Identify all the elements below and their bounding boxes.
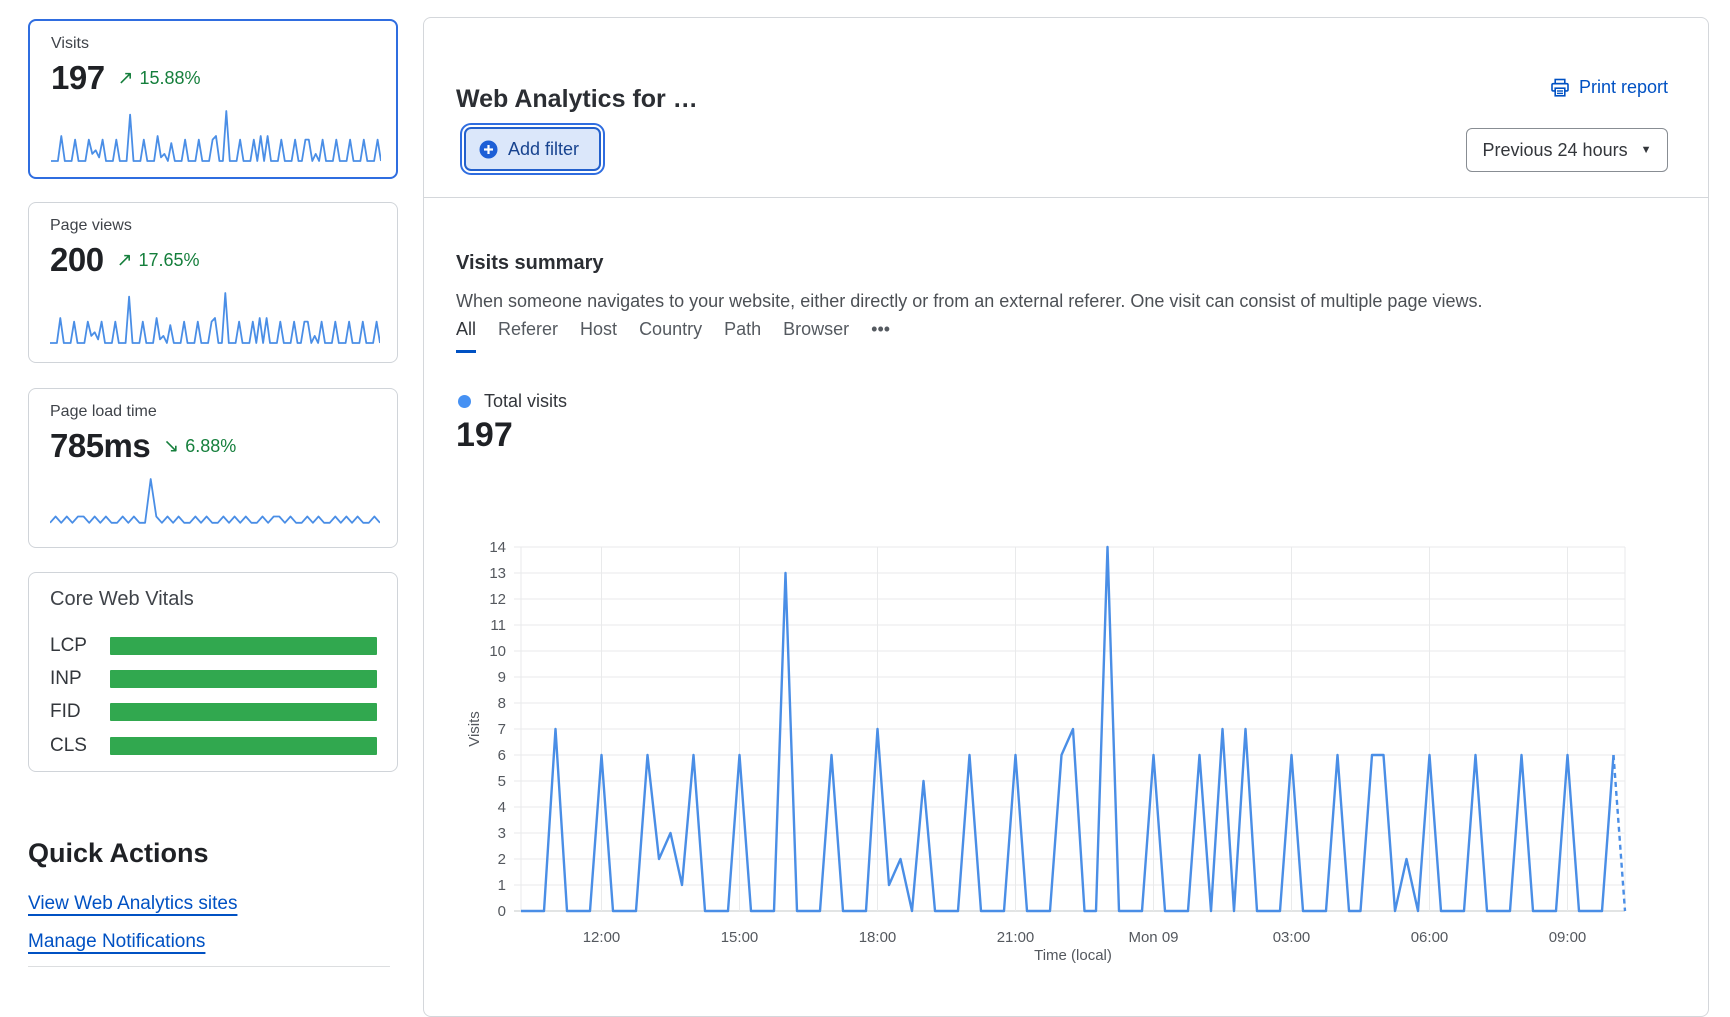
- tab-path[interactable]: Path: [724, 319, 761, 353]
- svg-text:2: 2: [498, 851, 506, 868]
- cwv-metric-label: CLS: [50, 735, 87, 757]
- svg-text:9: 9: [498, 669, 506, 686]
- metric-value-row: 200 ↗ 17.65%: [50, 241, 200, 279]
- add-filter-label: Add filter: [508, 139, 579, 160]
- svg-text:11: 11: [490, 617, 506, 634]
- cwv-metric-label: INP: [50, 668, 82, 690]
- metric-trend: ↗ 15.88%: [118, 68, 201, 89]
- cwv-status-bar: [110, 637, 377, 655]
- svg-text:Time (local): Time (local): [1034, 947, 1112, 964]
- print-report-label: Print report: [1579, 77, 1668, 98]
- page-views-sparkline: [50, 291, 380, 345]
- tab-country[interactable]: Country: [639, 319, 702, 353]
- cwv-metric-label: LCP: [50, 635, 87, 657]
- svg-text:21:00: 21:00: [997, 929, 1035, 946]
- manage-notifications-link[interactable]: Manage Notifications: [28, 931, 205, 953]
- page-title: Web Analytics for …: [456, 85, 698, 114]
- legend-label: Total visits: [484, 391, 567, 412]
- metric-card-title: Visits: [51, 35, 89, 53]
- metric-value-row: 197 ↗ 15.88%: [51, 59, 201, 97]
- svg-text:14: 14: [489, 539, 506, 556]
- chart-legend: Total visits: [458, 391, 567, 412]
- svg-text:8: 8: [498, 695, 506, 712]
- svg-text:4: 4: [498, 799, 506, 816]
- svg-text:18:00: 18:00: [859, 929, 897, 946]
- quick-actions-title: Quick Actions: [28, 838, 209, 869]
- tab-browser[interactable]: Browser: [783, 319, 849, 353]
- main-panel: Web Analytics for … Print report Add fil…: [423, 17, 1709, 1017]
- svg-text:0: 0: [498, 903, 506, 920]
- metric-value-row: 785ms ↘ 6.88%: [50, 427, 236, 465]
- core-web-vitals-card: Core Web Vitals LCP INP FID CLS: [28, 572, 398, 772]
- view-web-analytics-sites-link[interactable]: View Web Analytics sites: [28, 893, 237, 915]
- visits-line-chart: 0123456789101112131412:0015:0018:0021:00…: [451, 521, 1701, 981]
- divider: [424, 197, 1708, 198]
- add-filter-button[interactable]: Add filter: [464, 127, 601, 171]
- tab-host[interactable]: Host: [580, 319, 617, 353]
- time-range-value: Previous 24 hours: [1483, 140, 1628, 161]
- legend-dot-icon: [458, 395, 471, 408]
- tab-overflow-menu[interactable]: •••: [871, 319, 890, 353]
- tab-all[interactable]: All: [456, 319, 476, 353]
- metric-card-page-load-time[interactable]: Page load time 785ms ↘ 6.88%: [28, 388, 398, 548]
- cwv-status-bar: [110, 703, 377, 721]
- cwv-metric-label: FID: [50, 701, 81, 723]
- visits-summary-description: When someone navigates to your website, …: [456, 291, 1482, 312]
- svg-text:03:00: 03:00: [1273, 929, 1311, 946]
- visits-sparkline: [51, 109, 381, 163]
- trend-down-icon: ↘: [163, 437, 179, 456]
- svg-text:06:00: 06:00: [1411, 929, 1449, 946]
- svg-text:Visits: Visits: [466, 711, 483, 747]
- metric-card-visits[interactable]: Visits 197 ↗ 15.88%: [28, 19, 398, 179]
- trend-up-icon: ↗: [118, 69, 134, 88]
- svg-text:12:00: 12:00: [583, 929, 621, 946]
- svg-text:12: 12: [489, 591, 506, 608]
- core-web-vitals-title: Core Web Vitals: [50, 588, 194, 611]
- svg-text:15:00: 15:00: [721, 929, 759, 946]
- svg-text:3: 3: [498, 825, 506, 842]
- trend-percent: 17.65%: [138, 250, 199, 271]
- svg-text:6: 6: [498, 747, 506, 764]
- metric-value: 200: [50, 241, 104, 279]
- printer-icon: [1550, 78, 1570, 98]
- page-load-sparkline: [50, 477, 380, 531]
- trend-percent: 15.88%: [139, 68, 200, 89]
- cwv-status-bar: [110, 737, 377, 755]
- svg-text:7: 7: [498, 721, 506, 738]
- caret-down-icon: ▼: [1641, 144, 1652, 156]
- visits-summary-title: Visits summary: [456, 252, 604, 275]
- metric-value: 197: [51, 59, 105, 97]
- total-visits-value: 197: [456, 416, 513, 455]
- svg-text:5: 5: [498, 773, 506, 790]
- metric-trend: ↗ 17.65%: [117, 250, 200, 271]
- trend-up-icon: ↗: [117, 251, 133, 270]
- divider: [28, 966, 390, 967]
- svg-text:1: 1: [498, 877, 506, 894]
- svg-text:09:00: 09:00: [1549, 929, 1587, 946]
- svg-text:Mon 09: Mon 09: [1128, 929, 1178, 946]
- metric-value: 785ms: [50, 427, 150, 465]
- plus-circle-icon: [479, 140, 498, 159]
- tab-referer[interactable]: Referer: [498, 319, 558, 353]
- metric-trend: ↘ 6.88%: [163, 436, 236, 457]
- svg-text:10: 10: [489, 643, 506, 660]
- dimension-tabs: All Referer Host Country Path Browser ••…: [456, 319, 890, 353]
- cwv-status-bar: [110, 670, 377, 688]
- metric-card-title: Page load time: [50, 403, 157, 421]
- time-range-dropdown[interactable]: Previous 24 hours ▼: [1466, 128, 1668, 172]
- trend-percent: 6.88%: [185, 436, 236, 457]
- svg-text:13: 13: [489, 565, 506, 582]
- metric-card-page-views[interactable]: Page views 200 ↗ 17.65%: [28, 202, 398, 363]
- metric-card-title: Page views: [50, 217, 132, 235]
- print-report-button[interactable]: Print report: [1550, 77, 1668, 98]
